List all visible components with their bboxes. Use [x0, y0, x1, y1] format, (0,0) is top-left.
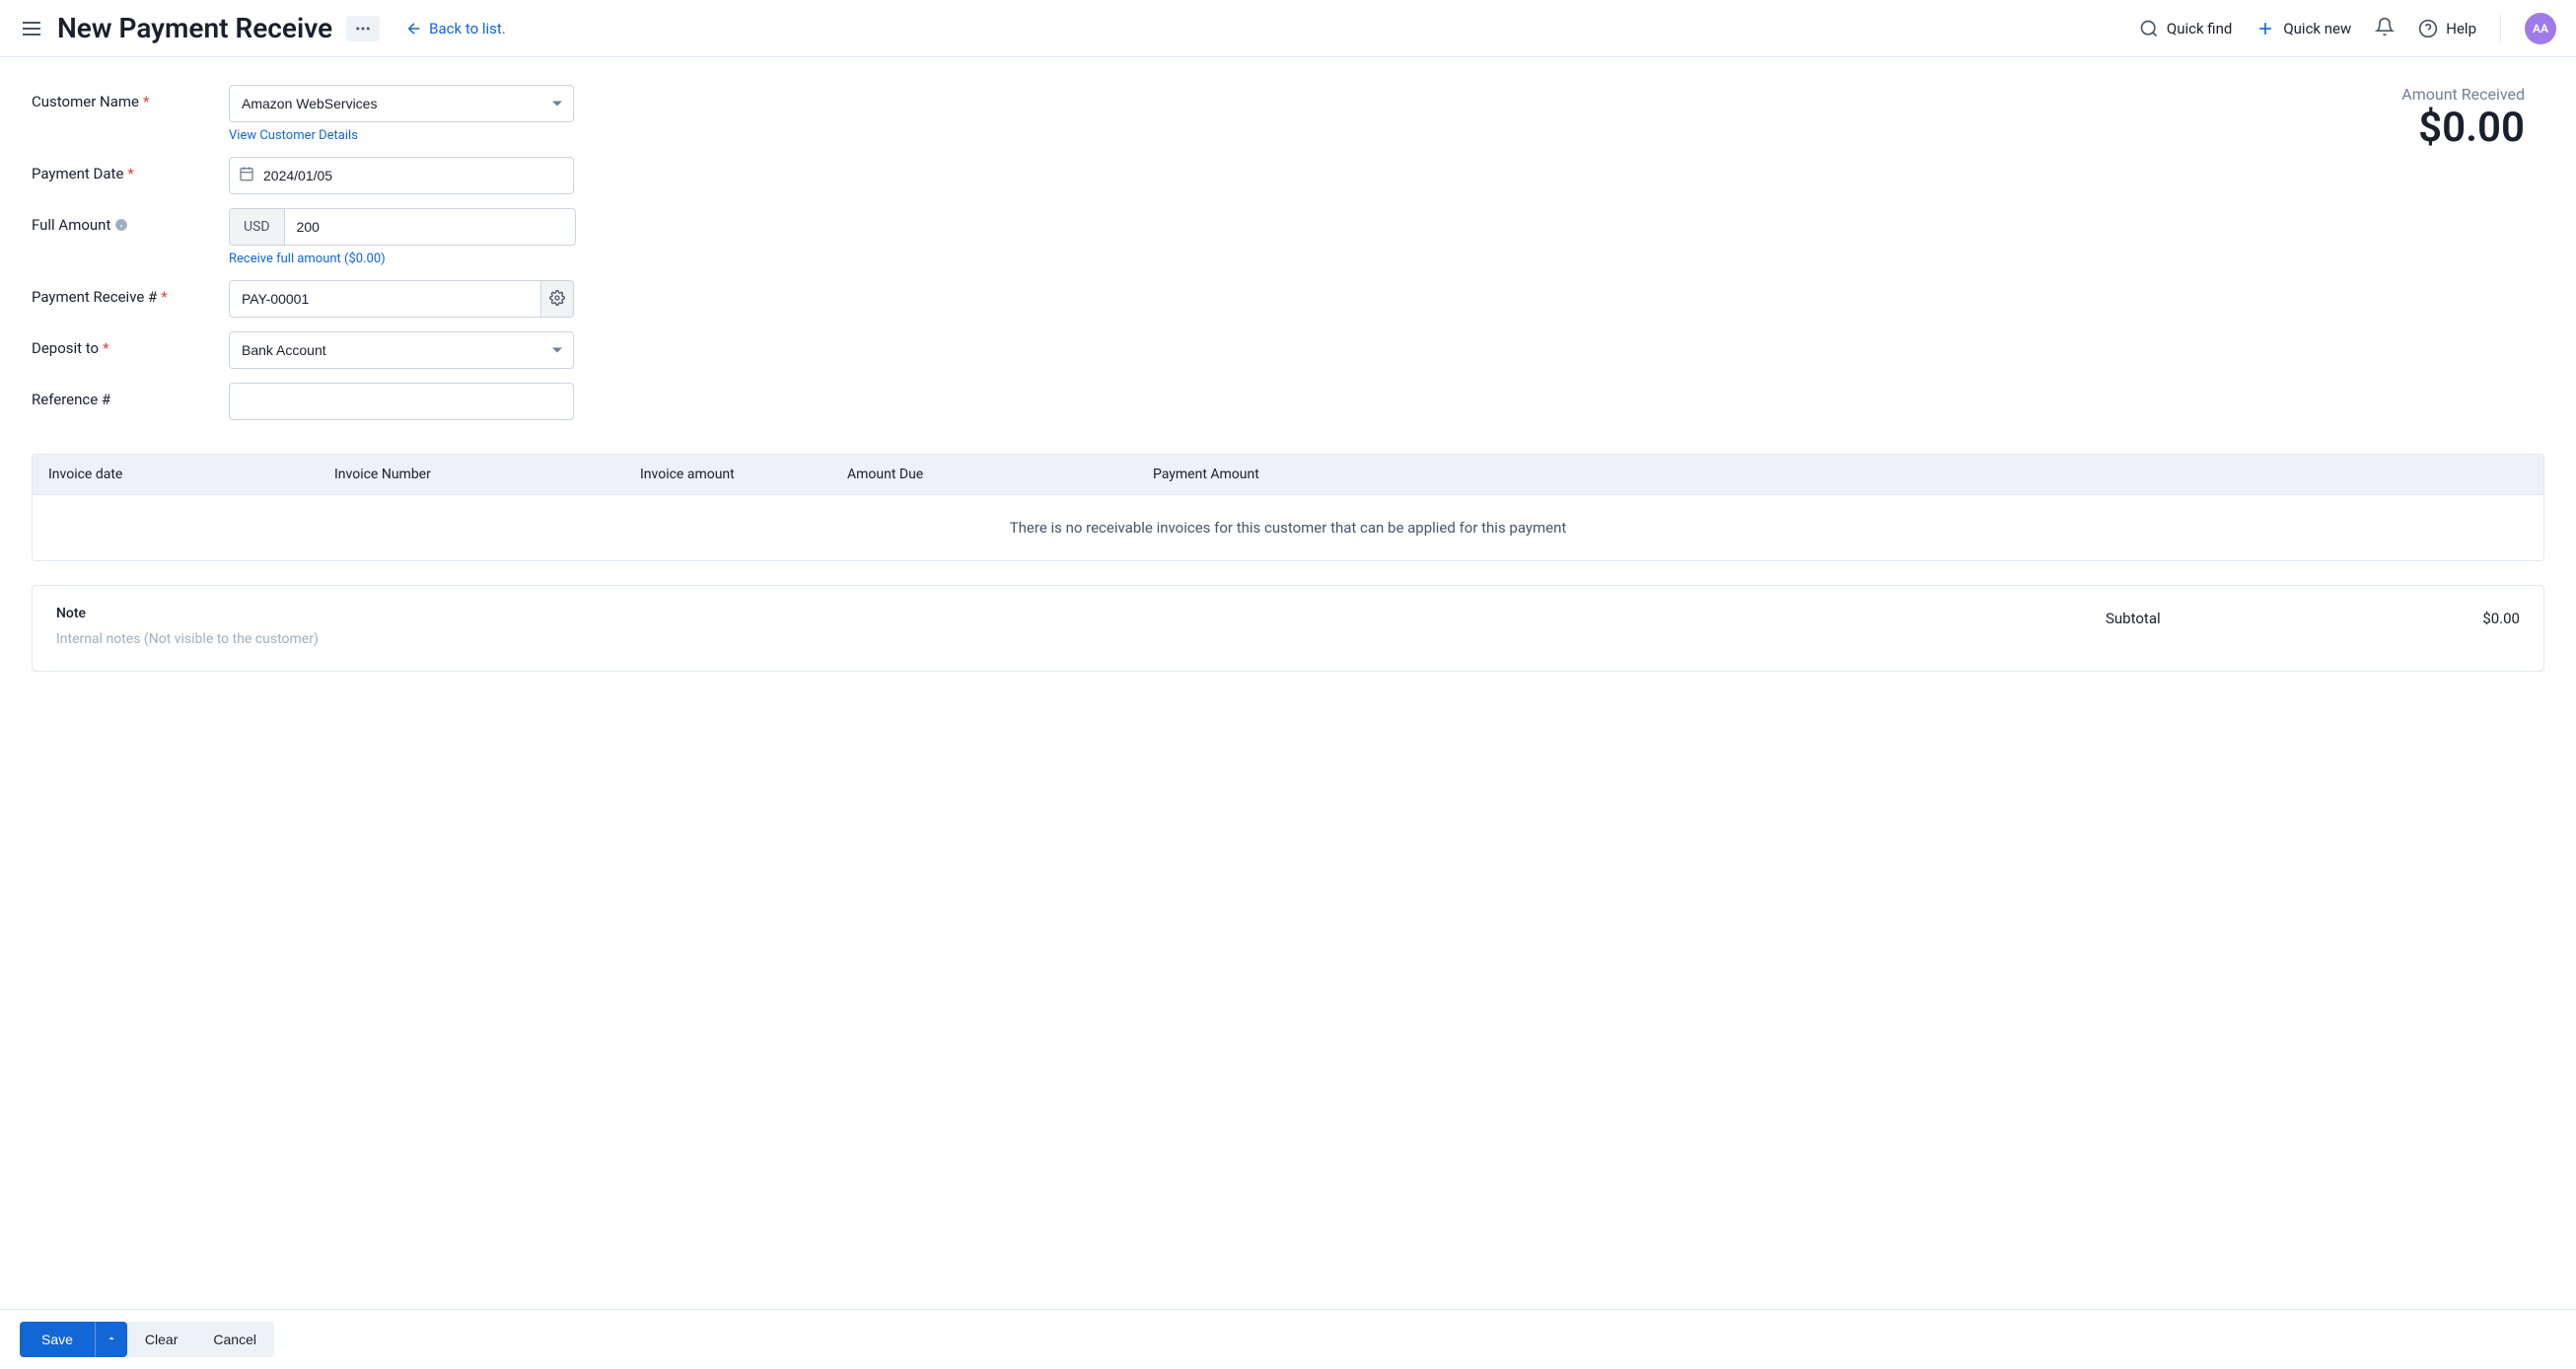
- payment-receive-no-label: Payment Receive # *: [32, 280, 229, 306]
- page-title: New Payment Receive: [57, 12, 332, 44]
- required-indicator: *: [103, 339, 108, 357]
- save-dropdown-button[interactable]: [95, 1322, 127, 1357]
- customer-name-select[interactable]: [229, 85, 574, 122]
- note-textarea[interactable]: Internal notes (Not visible to the custo…: [56, 631, 319, 647]
- back-link-text: Back to list.: [429, 20, 506, 37]
- hamburger-icon[interactable]: [20, 17, 43, 40]
- header-bar: New Payment Receive Back to list. Quick …: [0, 0, 2576, 57]
- bell-icon: [2375, 17, 2395, 40]
- amount-received-box: Amount Received $0.00: [2401, 85, 2544, 434]
- info-icon[interactable]: [114, 218, 128, 232]
- gear-icon: [549, 290, 565, 309]
- th-invoice-amount: Invoice amount: [640, 467, 847, 482]
- reference-no-label: Reference #: [32, 383, 229, 408]
- th-invoice-date: Invoice date: [48, 467, 334, 482]
- more-button[interactable]: [346, 16, 380, 41]
- note-title: Note: [56, 606, 319, 621]
- deposit-to-label: Deposit to *: [32, 331, 229, 357]
- number-settings-button[interactable]: [540, 280, 574, 318]
- customer-name-label: Customer Name *: [32, 85, 229, 110]
- note-totals-section: Note Internal notes (Not visible to the …: [32, 585, 2544, 672]
- chevron-up-icon: [106, 1333, 117, 1347]
- clear-button[interactable]: Clear: [127, 1322, 195, 1357]
- required-indicator: *: [161, 288, 167, 306]
- notifications-button[interactable]: [2375, 17, 2395, 40]
- help-button[interactable]: Help: [2418, 19, 2476, 38]
- required-indicator: *: [127, 165, 133, 182]
- header-left: New Payment Receive Back to list.: [20, 12, 506, 44]
- required-indicator: *: [143, 93, 149, 110]
- currency-prefix: USD: [229, 208, 284, 246]
- full-amount-label: Full Amount: [32, 208, 229, 234]
- amount-received-label: Amount Received: [2401, 85, 2525, 104]
- footer-bar: Save Clear Cancel: [0, 1309, 2576, 1369]
- payment-receive-no-input[interactable]: [229, 280, 540, 318]
- view-customer-details-link[interactable]: View Customer Details: [229, 128, 574, 143]
- invoice-table: Invoice date Invoice Number Invoice amou…: [32, 454, 2544, 561]
- deposit-to-select[interactable]: [229, 331, 574, 369]
- payment-date-label: Payment Date *: [32, 157, 229, 182]
- avatar[interactable]: AA: [2525, 13, 2556, 44]
- receive-full-amount-link[interactable]: Receive full amount ($0.00): [229, 252, 576, 266]
- th-invoice-number: Invoice Number: [334, 467, 640, 482]
- header-right: Quick find Quick new Help AA: [2139, 13, 2556, 44]
- quick-new-button[interactable]: Quick new: [2255, 19, 2351, 38]
- subtotal-label: Subtotal: [2106, 610, 2161, 627]
- quick-new-label: Quick new: [2283, 20, 2351, 37]
- quick-find-label: Quick find: [2167, 20, 2232, 37]
- invoice-table-header: Invoice date Invoice Number Invoice amou…: [33, 455, 2543, 495]
- cancel-button[interactable]: Cancel: [195, 1322, 274, 1357]
- back-to-list-link[interactable]: Back to list.: [405, 20, 506, 37]
- amount-received-value: $0.00: [2401, 104, 2525, 152]
- th-payment-amount: Payment Amount: [1153, 467, 2528, 482]
- reference-no-input[interactable]: [229, 383, 574, 420]
- header-divider: [2500, 15, 2501, 42]
- help-label: Help: [2446, 20, 2476, 37]
- form-section: Customer Name * View Customer Details Pa…: [32, 85, 576, 434]
- payment-date-input[interactable]: [229, 157, 574, 194]
- quick-find-button[interactable]: Quick find: [2139, 19, 2232, 38]
- full-amount-input[interactable]: [284, 208, 576, 246]
- subtotal-value: $0.00: [2482, 610, 2520, 627]
- save-button[interactable]: Save: [20, 1322, 95, 1357]
- th-amount-due: Amount Due: [847, 467, 1153, 482]
- empty-table-message: There is no receivable invoices for this…: [33, 495, 2543, 560]
